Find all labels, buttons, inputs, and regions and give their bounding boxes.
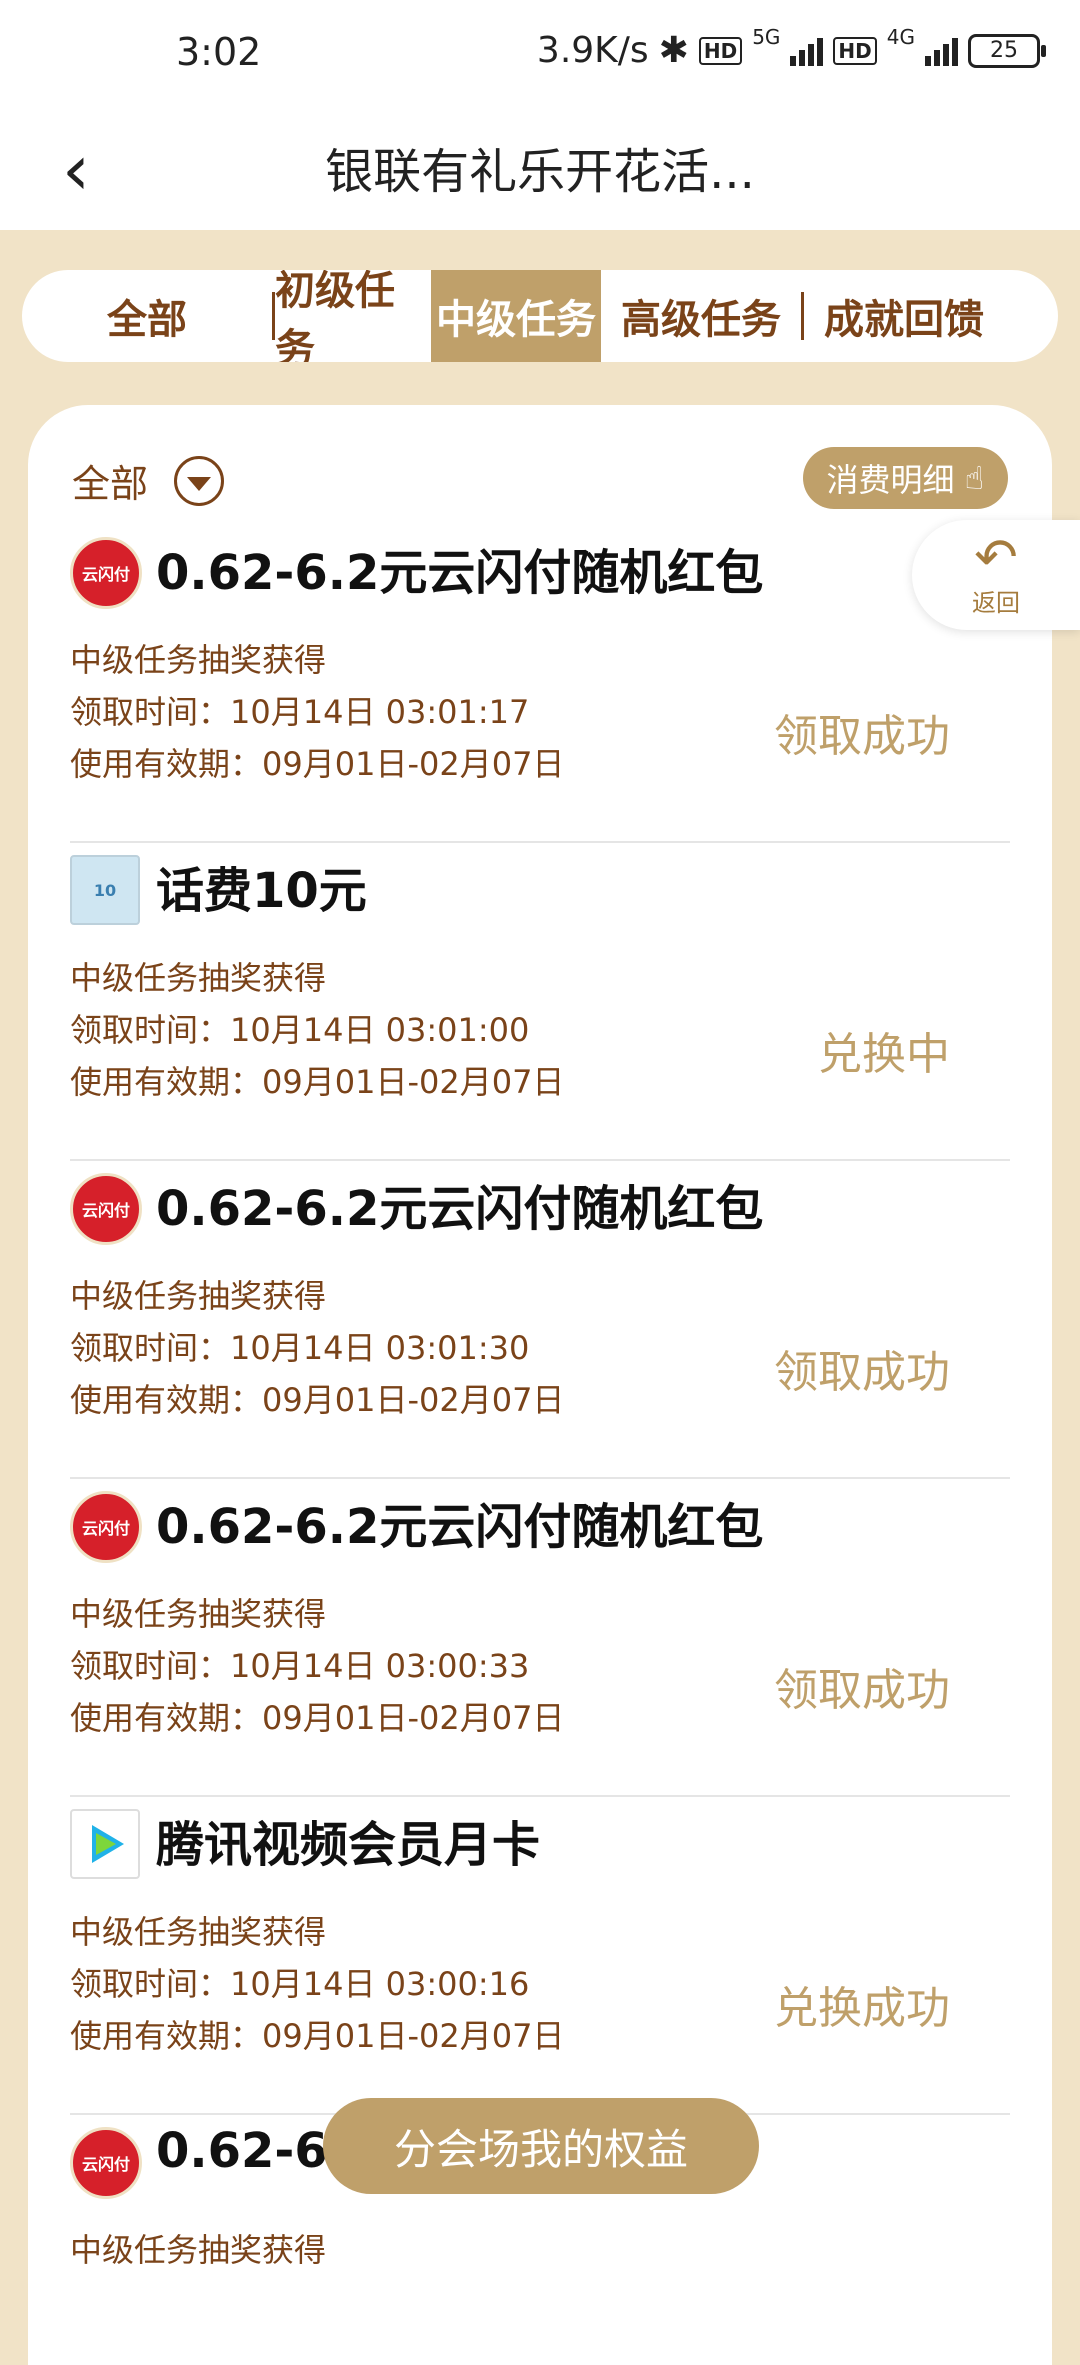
filter-dropdown[interactable]: 全部 [72,453,225,508]
item-title: 0.62-6.2元云闪付随机红包 [156,1499,764,1555]
rewards-card: 全部 消费明细 ☝ 云闪付 0.62-6.2元云闪付随机红包 中级任务抽奖获得 … [28,405,1052,2365]
list-item[interactable]: 云闪付 0.62-6.2元云闪付随机红包 中级任务抽奖获得 领取时间：10月14… [70,1161,1010,1479]
return-button[interactable]: ↶ 返回 [912,520,1080,630]
app-header: ‹ 银联有礼乐开花活... [0,110,1080,230]
status-bar: 3:02 3.9K/s ✱ HD 5G HD 4G 25 [0,0,1080,110]
network-5g-label: 5G [752,24,781,49]
item-status: 兑换成功 [774,1983,950,2034]
network-4g-label: 4G [886,24,915,49]
item-status: 领取成功 [774,1347,950,1398]
return-arrow-icon: ↶ [974,527,1018,588]
item-title: 腾讯视频会员月卡 [156,1817,541,1873]
filter-label: 全部 [72,462,149,506]
item-validity: 使用有效期：09月01日-02月07日 [70,2017,565,2055]
list-item[interactable]: 云闪付 0.62-6.2元云闪付随机红包 中级任务抽奖获得 领取时间：10月14… [70,525,1010,843]
unionpay-icon: 云闪付 [70,1491,142,1563]
dropdown-icon [174,455,225,506]
return-label: 返回 [972,588,1020,617]
item-title: 0.62-6.2元云闪付随机红包 [156,545,764,601]
item-time: 领取时间：10月14日 03:00:16 [70,1965,530,2003]
tab-senior[interactable]: 高级任务 [601,270,801,362]
item-source: 中级任务抽奖获得 [70,959,327,997]
unionpay-icon: 云闪付 [70,1173,142,1245]
tab-achievement[interactable]: 成就回馈 [804,270,1004,362]
phone-credit-icon: 10 [70,855,140,925]
tab-junior[interactable]: 初级任务 [275,270,411,362]
item-title: 0.62-6.2元云闪付随机红包 [156,1181,764,1237]
item-title: 话费10元 [156,863,367,919]
unionpay-icon: 云闪付 [70,537,142,609]
item-validity: 使用有效期：09月01日-02月07日 [70,1381,565,1419]
hand-pointer-icon: ☝ [964,459,984,497]
network-speed: 3.9K/s [536,30,649,71]
item-status: 领取成功 [774,1665,950,1716]
item-validity: 使用有效期：09月01日-02月07日 [70,1063,565,1101]
item-time: 领取时间：10月14日 03:00:33 [70,1647,530,1685]
item-validity: 使用有效期：09月01日-02月07日 [70,745,565,783]
item-source: 中级任务抽奖获得 [70,1595,327,1633]
list-item[interactable]: 腾讯视频会员月卡 中级任务抽奖获得 领取时间：10月14日 03:00:16 使… [70,1797,1010,2115]
item-status: 兑换中 [818,1029,950,1080]
item-source: 中级任务抽奖获得 [70,1277,327,1315]
consumption-detail-button[interactable]: 消费明细 ☝ [802,447,1008,509]
item-source: 中级任务抽奖获得 [70,1913,327,1951]
page-title: 银联有礼乐开花活... [325,144,755,200]
status-time: 3:02 [176,30,262,74]
status-icons: 3.9K/s ✱ HD 5G HD 4G 25 [536,25,1046,71]
unionpay-icon: 云闪付 [70,2127,142,2199]
hd-badge: HD [698,36,743,65]
item-status: 领取成功 [774,711,950,762]
battery-icon: 25 [968,33,1046,68]
item-time: 领取时间：10月14日 03:01:30 [70,1329,530,1367]
task-tabs: 全部 初级任务 中级任务 高级任务 成就回馈 [22,270,1058,362]
item-time: 领取时间：10月14日 03:01:00 [70,1011,530,1049]
item-source: 中级任务抽奖获得 [70,2231,327,2269]
item-time: 领取时间：10月14日 03:01:17 [70,693,530,731]
signal-icon-2 [925,36,958,66]
tab-all[interactable]: 全部 [22,270,272,362]
list-item[interactable]: 云闪付 0.62-6.2元云闪付随机红包 中级任务抽奖获得 领取时间：10月14… [70,1479,1010,1797]
my-benefits-button[interactable]: 分会场我的权益 [323,2098,759,2194]
list-item[interactable]: 10 话费10元 中级任务抽奖获得 领取时间：10月14日 03:01:00 使… [70,843,1010,1161]
item-validity: 使用有效期：09月01日-02月07日 [70,1699,565,1737]
hd-badge-2: HD [833,36,877,65]
item-source: 中级任务抽奖获得 [70,641,327,679]
play-icon [70,1809,140,1879]
signal-icon [790,36,824,66]
detail-label: 消费明细 [826,461,955,499]
tab-intermediate[interactable]: 中级任务 [431,270,601,362]
bluetooth-icon: ✱ [658,30,689,71]
reward-list: 云闪付 0.62-6.2元云闪付随机红包 中级任务抽奖获得 领取时间：10月14… [70,525,1010,2315]
